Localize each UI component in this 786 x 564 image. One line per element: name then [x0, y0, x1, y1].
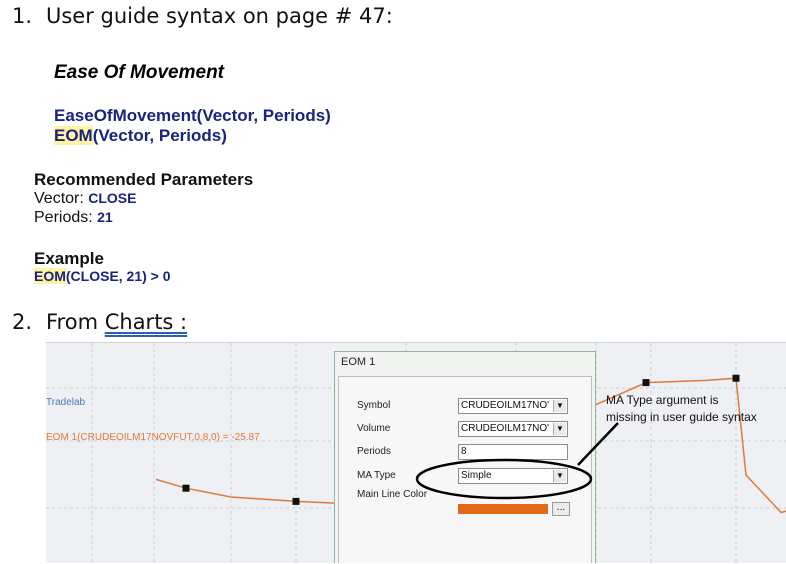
- symbol-value: CRUDEOILM17NO': [461, 400, 550, 411]
- example-heading: Example: [34, 249, 104, 268]
- periods-field-value: 8: [461, 446, 467, 457]
- data-point-marker: [732, 374, 740, 382]
- example-highlight: EOM: [34, 268, 66, 284]
- step-text: From: [46, 310, 105, 334]
- callout-text: MA Type argument is missing in user guid…: [606, 392, 757, 426]
- callout-line-2: missing in user guide syntax: [606, 410, 757, 424]
- main-line-color-label: Main Line Color: [357, 489, 428, 500]
- data-point-marker: [292, 497, 300, 505]
- symbol-label: Symbol: [357, 400, 391, 411]
- vector-param: Vector: CLOSE: [34, 190, 136, 208]
- volume-value: CRUDEOILM17NO': [461, 423, 550, 434]
- data-point-marker: [642, 379, 650, 387]
- step-1-heading: 1. User guide syntax on page # 47:: [12, 4, 393, 28]
- periods-param: Periods: 21: [34, 209, 113, 227]
- step-2-heading: 2. From Charts :: [12, 310, 187, 334]
- periods-field-label: Periods: [357, 446, 391, 457]
- eom-settings-dialog[interactable]: EOM 1 Symbol CRUDEOILM17NO' ▼ Volume CRU…: [334, 351, 596, 563]
- syntax-args: (Vector, Periods): [92, 126, 227, 145]
- dropdown-arrow-icon[interactable]: ▼: [553, 470, 566, 482]
- volume-label: Volume: [357, 423, 391, 434]
- symbol-select[interactable]: CRUDEOILM17NO' ▼: [458, 398, 568, 414]
- step-number: 1.: [12, 4, 33, 28]
- data-point-marker: [182, 484, 190, 492]
- ma-type-label: MA Type: [357, 470, 396, 481]
- syntax-line-2: EOM(Vector, Periods): [54, 126, 227, 146]
- callout-line-1: MA Type argument is: [606, 393, 719, 407]
- syntax-line-1: EaseOfMovement(Vector, Periods): [54, 106, 331, 125]
- vector-label: Vector:: [34, 190, 89, 207]
- indicator-label: EOM 1(CRUDEOILM17NOVFUT,0,8,0) = -25.87: [46, 432, 260, 443]
- ma-type-value: Simple: [461, 470, 492, 481]
- main-line-color-swatch[interactable]: [458, 504, 548, 514]
- chart-screenshot: Tradelab EOM 1(CRUDEOILM17NOVFUT,0,8,0) …: [46, 342, 786, 563]
- step-number: 2.: [12, 310, 33, 334]
- brand-label: Tradelab: [46, 397, 86, 408]
- recommended-heading: Recommended Parameters: [34, 170, 254, 189]
- dropdown-arrow-icon[interactable]: ▼: [553, 423, 566, 435]
- example-args: (CLOSE, 21) > 0: [65, 268, 171, 284]
- example-code: EOM(CLOSE, 21) > 0: [34, 268, 171, 284]
- periods-input[interactable]: 8: [458, 444, 568, 460]
- charts-link[interactable]: Charts :: [105, 310, 187, 334]
- dialog-title: EOM 1: [341, 356, 376, 368]
- volume-select[interactable]: CRUDEOILM17NO' ▼: [458, 421, 568, 437]
- syntax-highlight: EOM: [54, 126, 93, 145]
- ma-type-select[interactable]: Simple ▼: [458, 468, 568, 484]
- periods-label: Periods:: [34, 209, 98, 226]
- vector-value: CLOSE: [88, 190, 137, 206]
- function-title: Ease Of Movement: [54, 62, 224, 83]
- dropdown-arrow-icon[interactable]: ▼: [553, 400, 566, 412]
- periods-value: 21: [97, 209, 113, 225]
- step-text: User guide syntax on page # 47:: [46, 4, 393, 28]
- color-picker-button[interactable]: ...: [552, 502, 570, 516]
